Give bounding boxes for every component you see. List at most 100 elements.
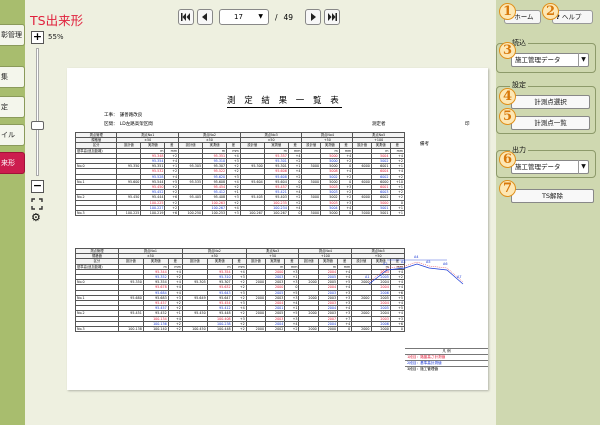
home-label: ホーム: [514, 13, 534, 21]
marker-7: 7: [499, 180, 516, 197]
table-cell: 100.138: [117, 326, 144, 333]
read-data-select-value: 施工管理データ: [515, 56, 561, 64]
marker-6: 6: [499, 151, 516, 168]
table-cell: 100.253: [202, 210, 228, 217]
table-row-label: No.3: [74, 210, 118, 217]
table-cell: +1: [389, 210, 405, 217]
marker-4: 4: [499, 88, 516, 105]
next-page-icon: [311, 13, 317, 21]
diagram-label-a1: A1: [365, 275, 369, 279]
total-pages: 49: [283, 12, 294, 22]
output-data-select-value: 施工管理データ: [515, 163, 561, 171]
table-cell: 0: [287, 210, 303, 217]
marker-5: 5: [499, 108, 516, 125]
doc-meta-measurer: 測定者: [372, 122, 386, 127]
table-cell: 5001: [370, 210, 391, 217]
current-page-value: 17: [234, 13, 243, 21]
app-title: TS出来形: [30, 13, 84, 28]
table-cell: 2000: [351, 326, 372, 333]
page-navigation: 17 ▼ / 49: [178, 9, 343, 25]
legend-item-3: 3段目：施工管理値: [405, 366, 488, 372]
doc-meta-project: 工事： 謙善路改良: [104, 113, 143, 118]
table-cell: 2002: [265, 326, 286, 333]
next-page-button[interactable]: [305, 9, 322, 25]
settings-group-label: 設定: [510, 80, 528, 90]
table-cell: +6: [164, 210, 180, 217]
diagram-label-a6: A6: [443, 262, 447, 266]
table-cell: 100.267: [239, 210, 265, 217]
chevron-down-icon: ▼: [578, 53, 588, 67]
marker-3: 3: [499, 42, 516, 59]
sidebar-tab-settings[interactable]: 定: [0, 96, 25, 118]
table-cell: 5000: [352, 210, 372, 217]
table-cell: 0: [337, 326, 353, 333]
table-cell: 100.140: [142, 326, 169, 333]
diagram-label-a4: A4: [414, 255, 418, 259]
ts-release-button[interactable]: TS解除: [511, 189, 594, 203]
table-row-label: No.3: [75, 326, 119, 333]
prev-page-button[interactable]: [197, 9, 213, 25]
table-cell: 100.450: [181, 326, 208, 333]
points-list-button[interactable]: 計測点一覧: [511, 116, 590, 130]
table-cell: 2000: [245, 326, 267, 333]
minus-icon: −: [32, 179, 43, 192]
cross-section-diagram: A1 A2 A3 A4 A5 A6 A7: [365, 255, 464, 285]
last-page-icon: [328, 13, 338, 21]
gear-icon[interactable]: ⚙: [31, 212, 43, 224]
table-row: No.3 100.138 100.140 +2 100.450 100.448 +2 2000…: [75, 326, 406, 333]
table-cell: 100.267: [263, 210, 289, 217]
read-data-select[interactable]: 施工管理データ ▼: [511, 53, 589, 67]
doc-meta-seal: 印: [465, 122, 470, 127]
table-cell: 100.250: [178, 210, 204, 217]
help-label: ヘルプ: [561, 13, 582, 21]
doc-meta-section: 区間： LD左路高架区間: [104, 122, 153, 127]
chevron-down-icon: ▼: [258, 13, 263, 20]
table-row: No.3 100.225 100.219 +6 100.250 100.253 +3 100.…: [74, 210, 405, 217]
table-cell: +2: [284, 326, 300, 333]
output-data-select[interactable]: 施工管理データ ▼: [511, 160, 589, 174]
result-table-1: 測点管理 測点No1 測点No2 測点No3 測点No4 測点No5 規格値 ±50 ±50 ±5…: [74, 131, 405, 217]
marker-1: 1: [499, 3, 516, 20]
first-page-button[interactable]: [178, 9, 194, 25]
table-cell: 0: [389, 326, 406, 333]
zoom-slider-track[interactable]: [36, 48, 39, 176]
table-cell: 0: [338, 210, 354, 217]
left-sidebar: 彰管理 集 定 イル 来形: [0, 0, 25, 425]
fit-page-icon[interactable]: [31, 198, 43, 210]
document-page: 測 定 結 果 一 覧 表 工事： 謙善路改良 区間： LD左路高架区間 測定者…: [67, 68, 488, 390]
sidebar-tab-dekigata[interactable]: 来形: [0, 152, 25, 174]
last-page-button[interactable]: [324, 9, 341, 25]
plus-icon: +: [32, 30, 43, 43]
zoom-in-button[interactable]: +: [31, 31, 44, 44]
table-cell: 2000: [317, 326, 339, 333]
page-separator: /: [275, 12, 278, 22]
table-cell: 100.225: [116, 210, 142, 217]
table-cell: 100.448: [206, 326, 233, 333]
document-viewer[interactable]: 測 定 結 果 一 覧 表 工事： 謙善路改良 区間： LD左路高架区間 測定者…: [55, 39, 495, 425]
result-table-2: 測点管理 測点No1 測点No2 測点No3 測点No4 測点No5 規格値 ±50 ±50 +5…: [75, 247, 406, 333]
page-select[interactable]: 17 ▼: [219, 9, 269, 25]
table-cell: +2: [167, 326, 183, 333]
marker-2: 2: [542, 3, 559, 20]
table-cell: 5000: [301, 210, 322, 217]
sidebar-tab-management[interactable]: 彰管理: [0, 24, 25, 46]
remark-label: 備考: [420, 142, 429, 147]
chevron-down-icon: ▼: [578, 160, 588, 174]
table-cell: 2000: [298, 326, 319, 333]
diagram-label-a2: A2: [383, 262, 387, 266]
zoom-slider-thumb[interactable]: [31, 121, 44, 130]
app-window: 彰管理 集 定 イル 来形 TS出来形 17 ▼ / 49 + 55% − ⚙: [0, 0, 600, 425]
diagram-label-a7: A7: [457, 275, 461, 279]
first-page-icon: [181, 13, 190, 21]
diagram-label-a5: A5: [426, 260, 430, 264]
zoom-out-button[interactable]: −: [31, 180, 44, 193]
sidebar-tab-edit[interactable]: 集: [0, 66, 25, 88]
prev-page-icon: [202, 13, 207, 21]
table-cell: 5000: [320, 210, 340, 217]
table-cell: +3: [226, 210, 241, 217]
legend-box: 凡 例 1段目：路盤高さ計測値 2段目：基準高計測値 3段目：施工管理値: [405, 348, 488, 372]
select-points-button[interactable]: 計測点選択: [511, 95, 590, 109]
diagram-label-a3: A3: [401, 260, 405, 264]
table-cell: 100.219: [140, 210, 166, 217]
sidebar-tab-file[interactable]: イル: [0, 124, 25, 146]
